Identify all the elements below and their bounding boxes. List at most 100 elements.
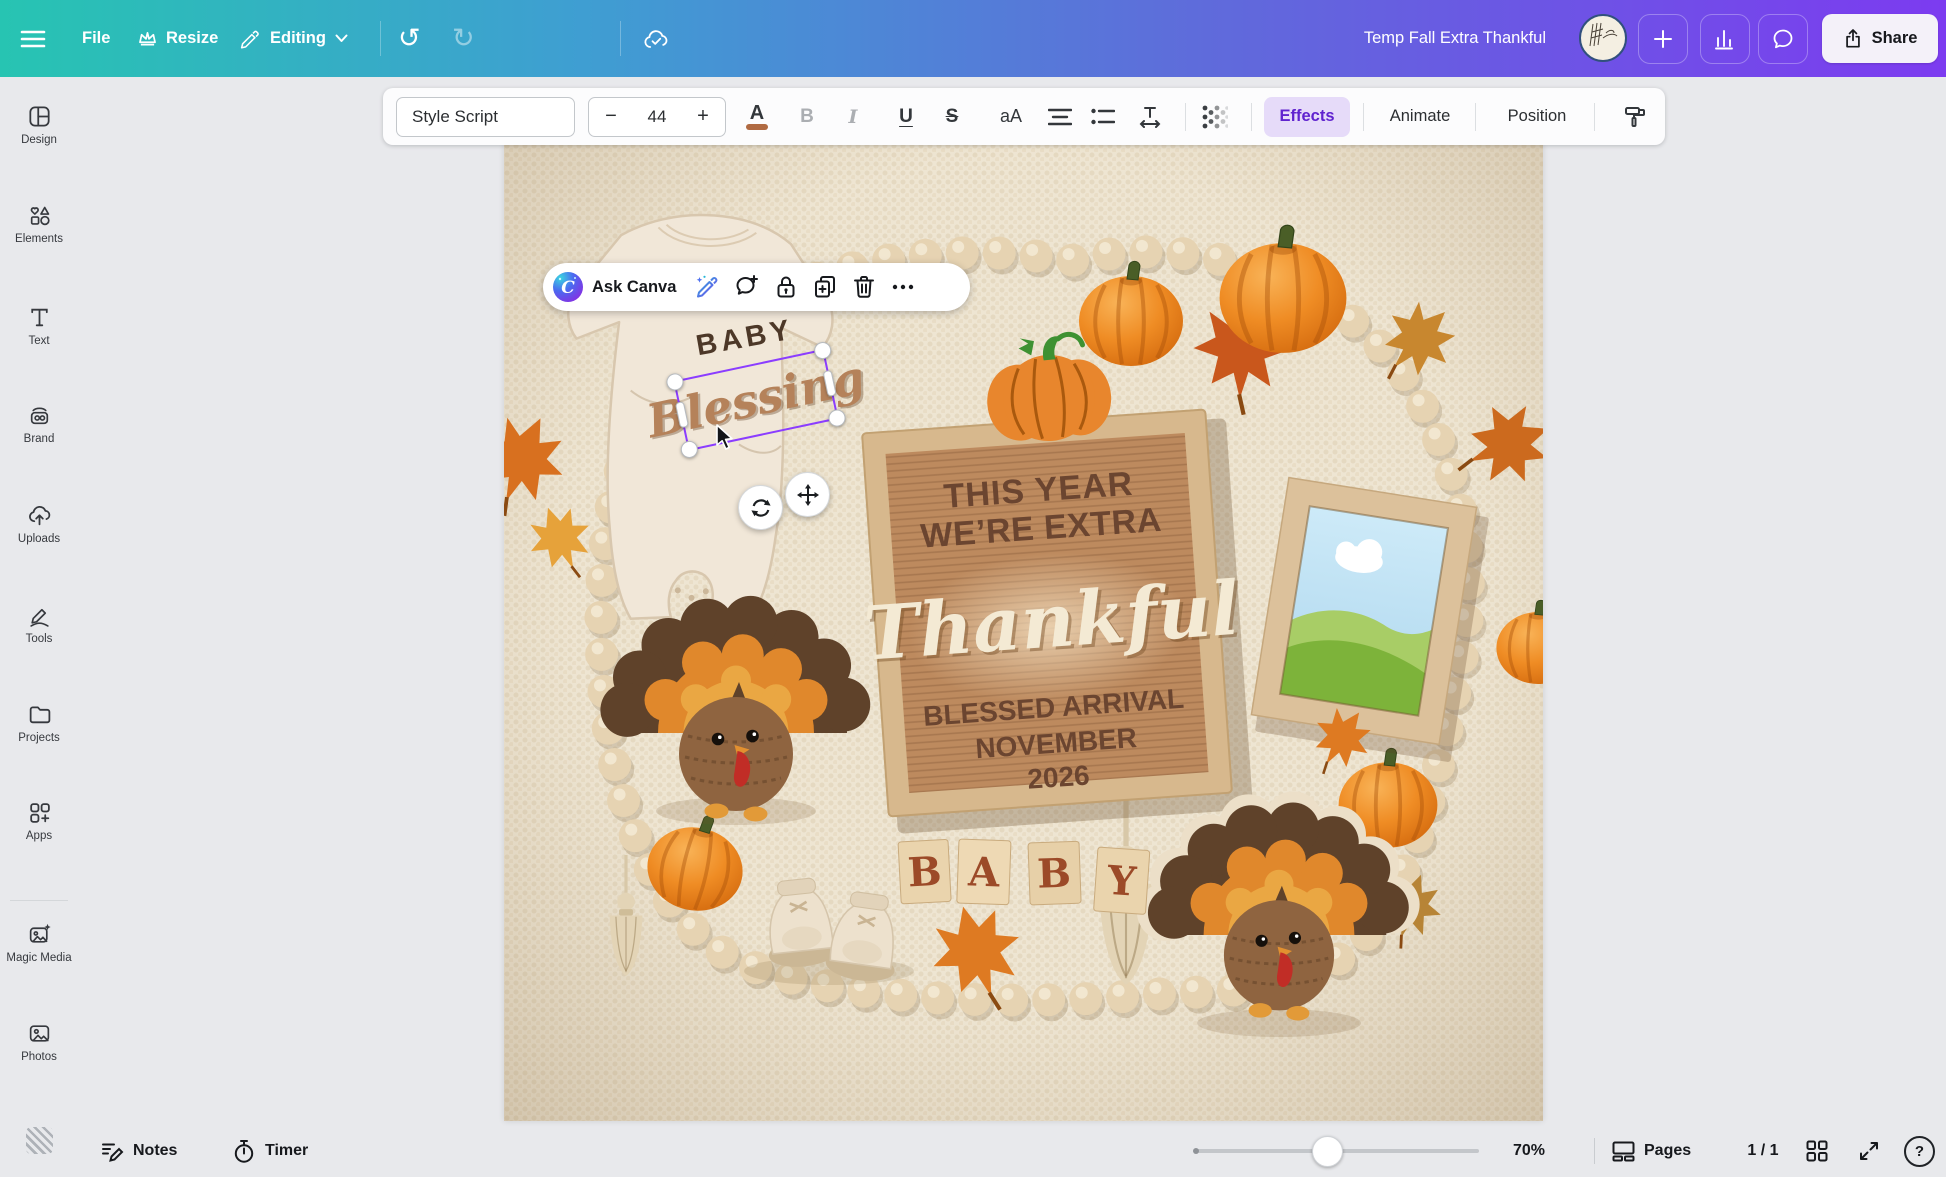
move-icon bbox=[797, 484, 819, 506]
tools-icon bbox=[27, 603, 52, 628]
undo-button[interactable]: ↺ bbox=[398, 0, 421, 77]
block-letter-3: B bbox=[1036, 850, 1071, 898]
bold-button[interactable]: B bbox=[786, 97, 828, 137]
redo-button[interactable]: ↻ bbox=[452, 0, 475, 77]
projects-icon bbox=[27, 702, 52, 727]
topbar-divider bbox=[380, 21, 381, 56]
elements-icon bbox=[27, 203, 52, 228]
add-member-button[interactable] bbox=[1638, 14, 1688, 64]
brand-icon bbox=[27, 403, 52, 428]
save-status-button[interactable] bbox=[643, 0, 669, 77]
apps-icon bbox=[27, 800, 52, 825]
underline-button[interactable]: U bbox=[885, 97, 927, 137]
bullet-list-icon bbox=[1091, 108, 1115, 126]
letterboard[interactable]: THIS YEAR WE’RE EXTRA Thankful Thankful … bbox=[850, 408, 1256, 835]
sidebar-item-brand[interactable]: Brand bbox=[0, 403, 78, 445]
text-color-button[interactable]: A bbox=[736, 97, 778, 137]
notes-button[interactable]: Notes bbox=[100, 1128, 177, 1174]
avatar-art bbox=[1581, 16, 1624, 59]
spacing-button[interactable] bbox=[1129, 97, 1171, 137]
topbar-divider-2 bbox=[620, 21, 621, 56]
fullscreen-button[interactable] bbox=[1858, 1128, 1880, 1174]
hamburger-icon bbox=[20, 29, 46, 49]
transparency-icon bbox=[1202, 105, 1228, 129]
file-label: File bbox=[82, 29, 110, 48]
pages-button[interactable]: Pages bbox=[1612, 1128, 1691, 1174]
toolbar-divider bbox=[1363, 103, 1364, 131]
file-menu[interactable]: File bbox=[82, 0, 110, 77]
resize-label: Resize bbox=[166, 29, 218, 48]
sidebar-item-text[interactable]: Text bbox=[0, 305, 78, 347]
design-title[interactable]: Temp Fall Extra Thankful bbox=[1300, 0, 1546, 77]
avatar[interactable] bbox=[1579, 14, 1627, 62]
copy-style-button[interactable] bbox=[1614, 97, 1656, 137]
sidebar-item-photos[interactable]: Photos bbox=[0, 1021, 78, 1063]
app-thumbnail-icon[interactable] bbox=[26, 1127, 53, 1154]
align-center-icon bbox=[1048, 108, 1072, 126]
text-case-button[interactable]: aA bbox=[990, 97, 1032, 137]
rotate-icon bbox=[750, 497, 772, 519]
move-handle[interactable] bbox=[785, 472, 830, 517]
rotate-handle[interactable] bbox=[738, 485, 783, 530]
lock-icon[interactable] bbox=[774, 274, 798, 300]
sidebar-item-apps[interactable]: Apps bbox=[0, 800, 78, 842]
cloud-check-icon bbox=[643, 28, 669, 50]
delete-icon[interactable] bbox=[852, 274, 876, 300]
alignment-button[interactable] bbox=[1039, 97, 1081, 137]
crown-icon bbox=[138, 30, 157, 47]
sidebar-item-magic-media[interactable]: Magic Media bbox=[0, 922, 78, 964]
effects-button[interactable]: Effects bbox=[1264, 97, 1350, 137]
font-family-selector[interactable]: Style Script bbox=[396, 97, 575, 137]
timer-icon bbox=[232, 1139, 256, 1164]
zoom-level[interactable]: 70% bbox=[1498, 1128, 1560, 1174]
more-options-icon[interactable] bbox=[890, 274, 916, 300]
sidebar-item-uploads[interactable]: Uploads bbox=[0, 503, 78, 545]
top-bar: File Resize Editing ↺ ↻ bbox=[0, 0, 1946, 77]
grid-view-button[interactable] bbox=[1806, 1128, 1828, 1174]
text-icon bbox=[27, 305, 52, 330]
increase-font-button[interactable]: + bbox=[687, 105, 719, 128]
block-letter-2: A bbox=[967, 848, 1002, 896]
block-letter-4: Y bbox=[1105, 857, 1138, 906]
sidebar-item-design[interactable]: Design bbox=[0, 104, 78, 146]
toolbar-divider bbox=[1185, 103, 1186, 131]
magic-edit-icon[interactable] bbox=[694, 274, 720, 300]
transparency-button[interactable] bbox=[1194, 97, 1236, 137]
decrease-font-button[interactable]: − bbox=[595, 105, 627, 128]
comments-button[interactable] bbox=[1758, 14, 1808, 64]
editing-mode-menu[interactable]: Editing bbox=[240, 0, 348, 77]
duplicate-icon[interactable] bbox=[812, 274, 838, 300]
zoom-slider[interactable] bbox=[1195, 1149, 1479, 1153]
photos-icon bbox=[27, 1021, 52, 1046]
undo-icon: ↺ bbox=[398, 23, 421, 54]
picture-frame[interactable] bbox=[1249, 478, 1491, 763]
toolbar-divider bbox=[1251, 103, 1252, 131]
format-toolbar: Style Script − 44 + A B I U S aA bbox=[383, 88, 1665, 145]
notes-icon bbox=[100, 1139, 124, 1163]
insights-button[interactable] bbox=[1700, 14, 1750, 64]
resize-button[interactable]: Resize bbox=[138, 0, 218, 77]
zoom-slider-thumb[interactable] bbox=[1312, 1136, 1343, 1167]
share-button[interactable]: Share bbox=[1822, 14, 1938, 63]
strikethrough-button[interactable]: S bbox=[931, 97, 973, 137]
sidebar-item-tools[interactable]: Tools bbox=[0, 603, 78, 645]
sidebar-item-elements[interactable]: Elements bbox=[0, 203, 78, 245]
board-text-line5[interactable]: 2026 bbox=[1026, 759, 1090, 794]
block-letter-1: B bbox=[907, 848, 943, 897]
mouse-cursor bbox=[716, 424, 736, 452]
animate-button[interactable]: Animate bbox=[1375, 97, 1465, 137]
ask-canva-button[interactable]: C Ask Canva bbox=[553, 272, 680, 302]
plus-icon bbox=[1653, 29, 1673, 49]
sidebar-item-projects[interactable]: Projects bbox=[0, 702, 78, 744]
bottombar-divider bbox=[1594, 1138, 1595, 1164]
paint-roller-icon bbox=[1623, 105, 1647, 129]
comment-add-icon[interactable] bbox=[734, 274, 760, 300]
position-button[interactable]: Position bbox=[1489, 97, 1585, 137]
timer-button[interactable]: Timer bbox=[232, 1128, 308, 1174]
italic-button[interactable]: I bbox=[832, 97, 874, 137]
help-button[interactable]: ? bbox=[1904, 1128, 1935, 1174]
font-size-value[interactable]: 44 bbox=[648, 107, 667, 127]
main-menu-button[interactable] bbox=[20, 0, 46, 77]
canva-logo-icon: C bbox=[553, 272, 583, 302]
list-button[interactable] bbox=[1082, 97, 1124, 137]
